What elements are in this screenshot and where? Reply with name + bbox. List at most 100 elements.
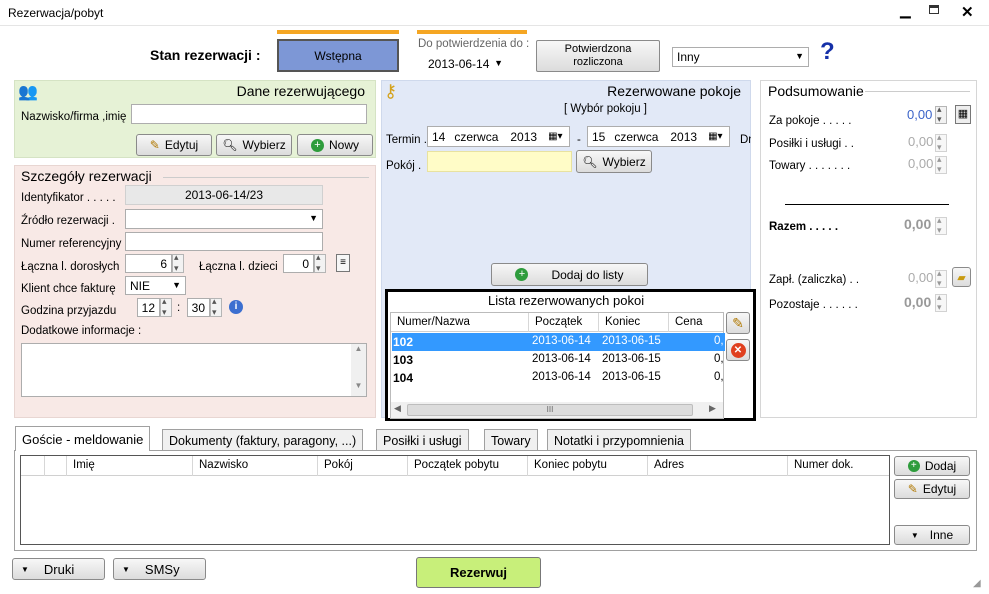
tab-goods[interactable]: Towary bbox=[484, 429, 538, 451]
payment-button[interactable]: ▰ bbox=[952, 267, 971, 287]
children-input[interactable]: 0 bbox=[283, 254, 314, 273]
row-number: 102 bbox=[393, 335, 414, 349]
guest-edit-button[interactable]: ✎ Edytuj bbox=[894, 479, 970, 499]
remaining-spinner[interactable] bbox=[935, 292, 947, 313]
adults-spinner[interactable] bbox=[172, 252, 184, 274]
minimize-icon[interactable]: ▁ bbox=[900, 2, 911, 19]
col-start[interactable]: Początek bbox=[529, 313, 599, 332]
close-icon[interactable]: ✕ bbox=[961, 3, 974, 21]
col-address[interactable]: Adres bbox=[648, 456, 788, 476]
meals-spinner[interactable] bbox=[935, 132, 947, 153]
scroll-left-icon[interactable]: ◀ bbox=[394, 403, 401, 414]
booker-name-input[interactable] bbox=[131, 104, 367, 124]
prints-button[interactable]: ▼ Druki bbox=[12, 558, 105, 580]
total-spinner[interactable] bbox=[935, 215, 947, 236]
table-row[interactable]: 102 2013-06-14 2013-06-15 0, bbox=[392, 333, 725, 351]
invoice-label: Klient chce fakturę bbox=[21, 283, 116, 295]
children-spinner[interactable] bbox=[314, 252, 326, 274]
term-to-month: czerwca bbox=[614, 129, 659, 144]
status-wstepna-button[interactable]: Wstępna bbox=[277, 39, 399, 72]
adults-value: 6 bbox=[160, 256, 167, 271]
arrival-hour-spinner[interactable] bbox=[160, 296, 172, 318]
rooms-title: Rezerwowane pokoje bbox=[607, 83, 741, 99]
reserve-button[interactable]: Rezerwuj bbox=[416, 557, 541, 588]
table-row[interactable]: 103 2013-06-14 2013-06-15 0, bbox=[392, 351, 725, 369]
booker-name-label: Nazwisko/firma ,imię bbox=[21, 111, 127, 123]
term-to-year: 2013 bbox=[670, 129, 698, 144]
info-icon[interactable]: i bbox=[229, 300, 243, 314]
invoice-dropdown[interactable]: NIE bbox=[125, 276, 186, 295]
magnifier-icon: 🔍︎ bbox=[222, 138, 238, 152]
invoice-value: NIE bbox=[130, 278, 151, 293]
status-confirmed-button[interactable]: Potwierdzona rozliczona bbox=[536, 40, 660, 72]
col-number[interactable]: Numer/Nazwa bbox=[391, 313, 529, 332]
ref-input[interactable] bbox=[125, 232, 323, 251]
rooms-cost-spinner[interactable] bbox=[935, 104, 947, 125]
row-price: 0, bbox=[714, 371, 724, 383]
guest-edit-label: Edytuj bbox=[922, 482, 957, 496]
col-stay-start[interactable]: Początek pobytu bbox=[408, 456, 528, 476]
booker-edit-button[interactable]: ✎ Edytuj bbox=[136, 134, 212, 156]
paid-spinner[interactable] bbox=[935, 268, 947, 289]
term-to-date[interactable]: 15 czerwca 2013 ▦▾ bbox=[587, 126, 730, 147]
source-dropdown[interactable] bbox=[125, 209, 323, 229]
col-end[interactable]: Koniec bbox=[599, 313, 669, 332]
info-textarea[interactable] bbox=[21, 343, 367, 397]
term-from-date[interactable]: 14 czerwca 2013 ▦▾ bbox=[427, 126, 570, 147]
col-doc-number[interactable]: Numer dok. bbox=[788, 456, 889, 476]
horizontal-scrollbar[interactable]: ◀ III ▶ bbox=[391, 402, 723, 418]
guest-other-button[interactable]: ▼ Inne bbox=[894, 525, 970, 545]
summary-title-rule bbox=[865, 91, 970, 92]
scroll-thumb[interactable]: III bbox=[407, 404, 693, 416]
sms-button[interactable]: ▼ SMSy bbox=[113, 558, 206, 580]
tab-documents[interactable]: Dokumenty (faktury, paragony, ...) bbox=[162, 429, 364, 451]
col-first-name[interactable]: Imię bbox=[67, 456, 193, 476]
plus-icon-2: + bbox=[515, 268, 529, 281]
col-room[interactable]: Pokój bbox=[318, 456, 408, 476]
row-number: 103 bbox=[393, 353, 414, 367]
guest-add-button[interactable]: + Dodaj bbox=[894, 456, 970, 476]
room-input[interactable] bbox=[427, 151, 572, 172]
col-price[interactable]: Cena bbox=[669, 313, 724, 332]
arrival-min-input[interactable]: 30 bbox=[187, 298, 210, 317]
details-title: Szczegóły rezerwacji bbox=[21, 168, 152, 184]
col-last-name[interactable]: Nazwisko bbox=[193, 456, 318, 476]
booker-select-button[interactable]: 🔍︎ Wybierz bbox=[216, 134, 292, 156]
choose-room-link[interactable]: [ Wybór pokoju ] bbox=[564, 103, 647, 115]
adults-input[interactable]: 6 bbox=[125, 254, 172, 273]
info-scrollbar[interactable]: ▲ ▼ bbox=[351, 344, 366, 396]
tab-meals[interactable]: Posiłki i usługi bbox=[376, 429, 469, 451]
tab-notes[interactable]: Notatki i przypomnienia bbox=[547, 429, 691, 451]
booker-panel: 👥 Dane rezerwującego Nazwisko/firma ,imi… bbox=[14, 80, 376, 158]
maximize-icon[interactable] bbox=[929, 5, 939, 14]
guests-grid: Imię Nazwisko Pokój Początek pobytu Koni… bbox=[20, 455, 890, 545]
delete-room-button[interactable]: ✕ bbox=[726, 339, 750, 361]
help-icon[interactable]: ? bbox=[820, 38, 835, 66]
resize-grip-icon[interactable]: ◢ bbox=[973, 578, 981, 589]
arrival-hour-input[interactable]: 12 bbox=[137, 298, 160, 317]
confirm-date-dropdown[interactable]: 2013-06-14 bbox=[423, 54, 508, 73]
calculator-icon[interactable]: ▦ bbox=[955, 105, 971, 124]
term-to-day: 15 bbox=[592, 129, 606, 144]
col-selector bbox=[21, 456, 45, 476]
room-select-button[interactable]: 🔍︎ Wybierz bbox=[576, 150, 652, 173]
arrival-min-spinner[interactable] bbox=[210, 296, 222, 318]
goods-spinner[interactable] bbox=[935, 154, 947, 175]
booker-edit-label: Edytuj bbox=[164, 138, 199, 152]
list-icon[interactable]: ≡ bbox=[336, 254, 350, 272]
tab-guests[interactable]: Goście - meldowanie bbox=[15, 426, 151, 451]
pencil-icon: ✎ bbox=[732, 314, 744, 331]
table-row[interactable]: 104 2013-06-14 2013-06-15 0, bbox=[392, 369, 725, 387]
row-start: 2013-06-14 bbox=[532, 371, 591, 383]
plus-icon-3: + bbox=[907, 460, 920, 472]
edit-room-button[interactable]: ✎ bbox=[726, 312, 750, 334]
status-other-dropdown[interactable]: Inny bbox=[672, 47, 809, 67]
booker-new-button[interactable]: + Nowy bbox=[297, 134, 373, 156]
children-value: 0 bbox=[302, 256, 309, 271]
delete-icon: ✕ bbox=[730, 342, 746, 358]
add-to-list-button[interactable]: + Dodaj do listy bbox=[491, 263, 648, 286]
scroll-right-icon[interactable]: ▶ bbox=[709, 403, 716, 414]
row-end: 2013-06-15 bbox=[602, 353, 661, 365]
col-stay-end[interactable]: Koniec pobytu bbox=[528, 456, 648, 476]
tab-goods-label: Towary bbox=[491, 433, 531, 448]
